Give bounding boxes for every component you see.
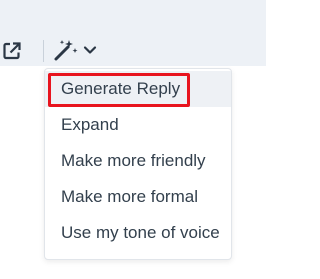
chevron-down-icon: [83, 46, 97, 54]
menu-item-generate-reply[interactable]: Generate Reply: [45, 71, 231, 107]
menu-item-label: Make more friendly: [61, 151, 206, 170]
toolbar-divider: [43, 40, 44, 62]
external-link-icon: [3, 42, 21, 60]
menu-item-label: Use my tone of voice: [61, 223, 220, 242]
ai-assist-dropdown-button[interactable]: [53, 37, 103, 63]
reply-toolbar: [0, 0, 266, 66]
menu-item-label: Make more formal: [61, 187, 198, 206]
menu-item-make-more-friendly[interactable]: Make more friendly: [45, 143, 231, 179]
menu-item-make-more-formal[interactable]: Make more formal: [45, 179, 231, 215]
popout-button[interactable]: [0, 39, 24, 63]
menu-item-label: Generate Reply: [61, 79, 181, 98]
menu-item-label: Expand: [61, 115, 119, 134]
ai-assist-menu: Generate Reply Expand Make more friendly…: [44, 68, 232, 260]
menu-item-expand[interactable]: Expand: [45, 107, 231, 143]
magic-wand-icon: [54, 40, 78, 61]
menu-item-use-my-tone-of-voice[interactable]: Use my tone of voice: [45, 215, 231, 251]
